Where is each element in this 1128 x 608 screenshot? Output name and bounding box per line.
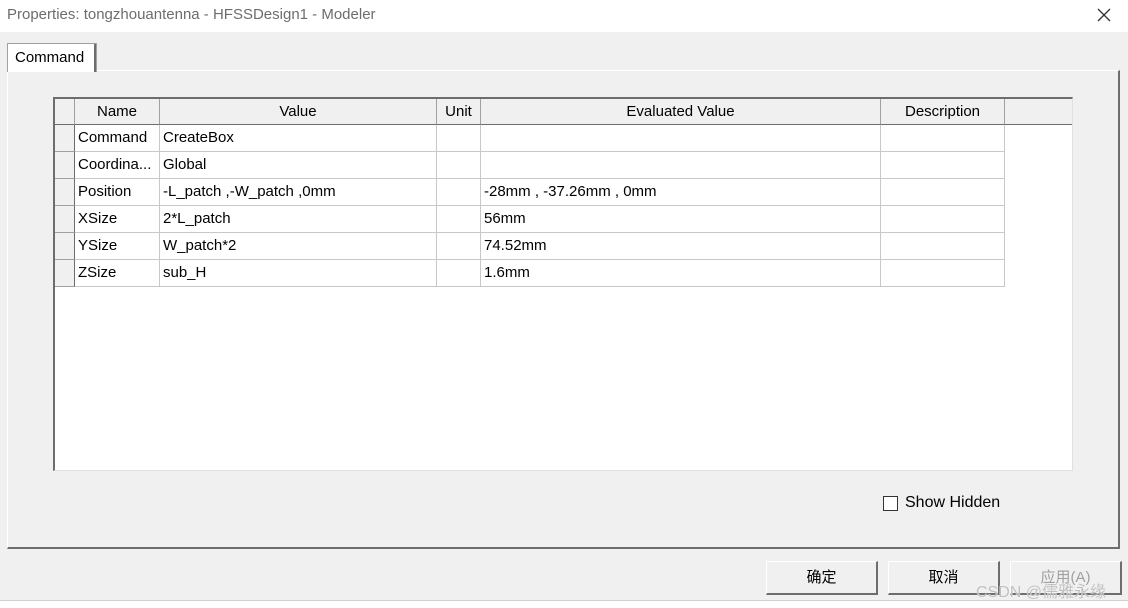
- table-cell-evaluated: 74.52mm: [481, 233, 881, 260]
- table-cell-evaluated: 56mm: [481, 206, 881, 233]
- row-header[interactable]: [55, 233, 75, 260]
- table-cell-unit[interactable]: [437, 233, 481, 260]
- column-header-name[interactable]: Name: [75, 99, 160, 125]
- tab-command[interactable]: Command: [7, 43, 97, 72]
- table-cell-evaluated: -28mm , -37.26mm , 0mm: [481, 179, 881, 206]
- table-cell-evaluated: [481, 125, 881, 152]
- column-header-filler: [1005, 99, 1072, 125]
- row-header[interactable]: [55, 206, 75, 233]
- watermark: CSDN @儒雅永缘: [976, 584, 1107, 601]
- table-cell-description[interactable]: [881, 233, 1005, 260]
- table-cell-unit[interactable]: [437, 125, 481, 152]
- column-header-description[interactable]: Description: [881, 99, 1005, 125]
- table-cell-evaluated: [481, 152, 881, 179]
- table-cell-unit[interactable]: [437, 179, 481, 206]
- table-cell-value[interactable]: Global: [160, 152, 437, 179]
- table-cell-value[interactable]: W_patch*2: [160, 233, 437, 260]
- table-cell-unit[interactable]: [437, 260, 481, 287]
- table-cell-evaluated: 1.6mm: [481, 260, 881, 287]
- show-hidden-checkbox[interactable]: [883, 496, 898, 511]
- table-cell-name[interactable]: XSize: [75, 206, 160, 233]
- tab-command-label: Command: [15, 49, 85, 66]
- column-header-value[interactable]: Value: [160, 99, 437, 125]
- column-header-evaluated-value[interactable]: Evaluated Value: [481, 99, 881, 125]
- close-icon: [1097, 8, 1111, 22]
- table-cell-unit[interactable]: [437, 206, 481, 233]
- table-cell-description[interactable]: [881, 260, 1005, 287]
- table-cell-value[interactable]: sub_H: [160, 260, 437, 287]
- row-header[interactable]: [55, 179, 75, 206]
- table-cell-name[interactable]: Coordina...: [75, 152, 160, 179]
- table-cell-description[interactable]: [881, 125, 1005, 152]
- table-cell-name[interactable]: Command: [75, 125, 160, 152]
- table-cell-name[interactable]: ZSize: [75, 260, 160, 287]
- row-header[interactable]: [55, 125, 75, 152]
- table-cell-value[interactable]: 2*L_patch: [160, 206, 437, 233]
- window-title: Properties: tongzhouantenna - HFSSDesign…: [7, 6, 376, 23]
- close-button[interactable]: [1082, 0, 1128, 32]
- grid-corner-header[interactable]: [55, 99, 75, 125]
- ok-button[interactable]: 确定: [766, 561, 878, 595]
- row-header[interactable]: [55, 152, 75, 179]
- table-cell-name[interactable]: Position: [75, 179, 160, 206]
- table-cell-description[interactable]: [881, 206, 1005, 233]
- table-cell-name[interactable]: YSize: [75, 233, 160, 260]
- table-cell-unit[interactable]: [437, 152, 481, 179]
- properties-grid: Name Value Unit Evaluated Value Descript…: [53, 97, 1073, 471]
- title-bar: Properties: tongzhouantenna - HFSSDesign…: [0, 0, 1128, 32]
- row-header[interactable]: [55, 260, 75, 287]
- table-cell-description[interactable]: [881, 179, 1005, 206]
- column-header-unit[interactable]: Unit: [437, 99, 481, 125]
- show-hidden-label: Show Hidden: [905, 494, 1001, 511]
- table-cell-description[interactable]: [881, 152, 1005, 179]
- table-cell-value[interactable]: CreateBox: [160, 125, 437, 152]
- properties-dialog: Properties: tongzhouantenna - HFSSDesign…: [0, 0, 1128, 608]
- table-cell-value[interactable]: -L_patch ,-W_patch ,0mm: [160, 179, 437, 206]
